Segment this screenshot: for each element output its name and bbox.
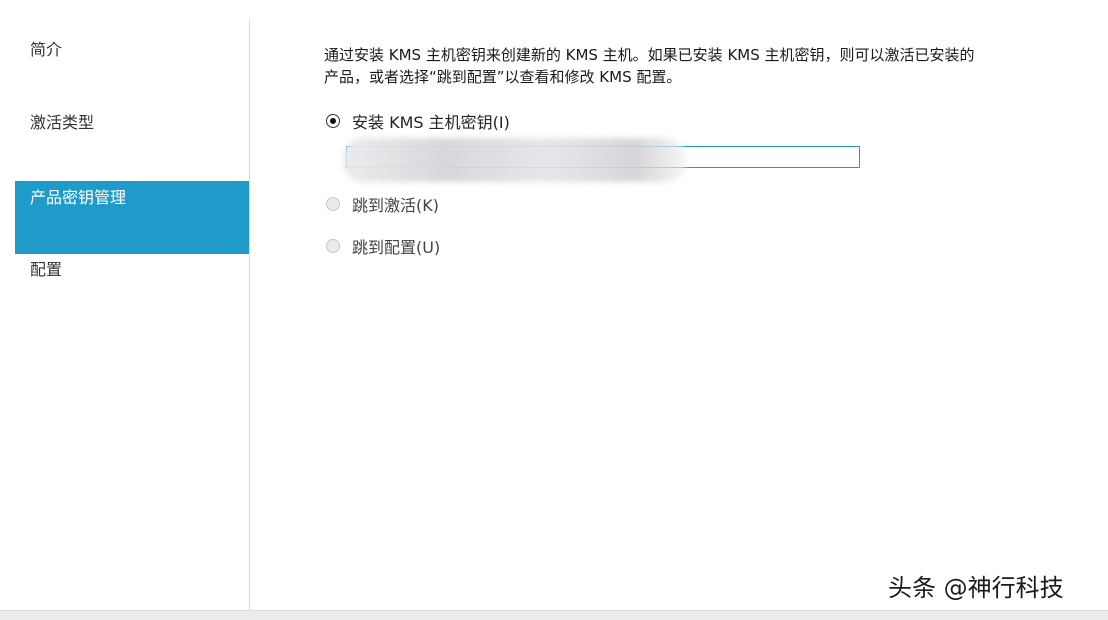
- sidebar-item-label: 简介: [30, 40, 63, 59]
- sidebar-item-introduction[interactable]: 简介: [15, 36, 249, 60]
- skip-to-activation-radio[interactable]: [326, 197, 340, 211]
- radio-selected-dot: [330, 118, 336, 124]
- page-description: 通过安装 KMS 主机密钥来创建新的 KMS 主机。如果已安装 KMS 主机密钥…: [324, 44, 1094, 88]
- sidebar-item-activation-type[interactable]: 激活类型: [15, 109, 249, 133]
- description-line-2: 产品，或者选择“跳到配置”以查看和修改 KMS 配置。: [324, 68, 682, 86]
- skip-to-activation-label: 跳到激活(K): [352, 196, 439, 215]
- redaction-blur: [342, 138, 687, 182]
- bottom-bar: [0, 610, 1108, 620]
- sidebar-item-product-key-management[interactable]: 产品密钥管理: [15, 181, 249, 254]
- sidebar-item-configuration[interactable]: 配置: [15, 256, 249, 280]
- install-kms-key-radio[interactable]: [326, 114, 340, 128]
- sidebar-item-label: 激活类型: [30, 113, 95, 132]
- wizard-content: 通过安装 KMS 主机密钥来创建新的 KMS 主机。如果已安装 KMS 主机密钥…: [250, 20, 1108, 610]
- install-kms-host-key-option[interactable]: 安装 KMS 主机密钥(I): [326, 109, 510, 133]
- watermark-text: 头条 @神行科技: [888, 574, 1064, 602]
- skip-to-configuration-label: 跳到配置(U): [352, 238, 441, 257]
- skip-to-activation-option[interactable]: 跳到激活(K): [326, 192, 439, 216]
- wizard-sidebar: 简介 激活类型 产品密钥管理 配置: [0, 20, 250, 610]
- kms-wizard-window: 简介 激活类型 产品密钥管理 配置 通过安装 KMS 主机密钥来创建新的 KMS…: [0, 0, 1108, 620]
- skip-to-configuration-radio[interactable]: [326, 239, 340, 253]
- skip-to-configuration-option[interactable]: 跳到配置(U): [326, 234, 440, 258]
- sidebar-item-label: 产品密钥管理: [30, 188, 127, 207]
- sidebar-item-label: 配置: [30, 260, 63, 279]
- install-kms-key-label: 安装 KMS 主机密钥(I): [352, 113, 510, 132]
- description-line-1: 通过安装 KMS 主机密钥来创建新的 KMS 主机。如果已安装 KMS 主机密钥…: [324, 46, 975, 64]
